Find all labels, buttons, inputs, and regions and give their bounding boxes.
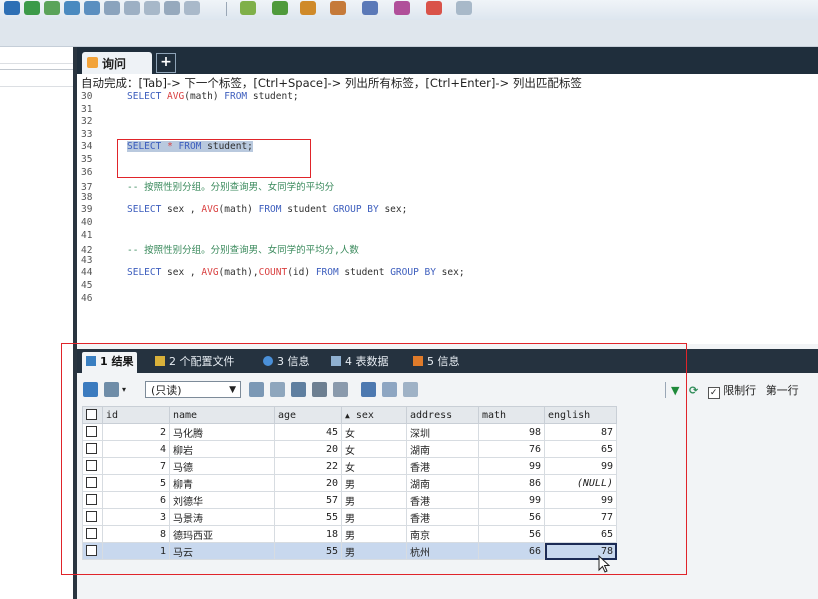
notify-icon[interactable]: [394, 1, 410, 15]
code-token: -- 按照性别分组。分别查询男、女同学的平均分,人数: [127, 245, 359, 257]
code-line: 30 SELECT AVG(math) FROM student;: [81, 91, 299, 103]
code-token: sex;: [435, 267, 465, 279]
query-tab-label: 询问: [102, 57, 127, 71]
code-token: student: [281, 204, 333, 216]
code-token: FROM: [258, 204, 282, 216]
highlight-box-results: [61, 343, 687, 575]
code-line: 37 -- 按照性别分组。分别查询男、女同学的平均分: [81, 179, 335, 194]
limit-rows-checkbox[interactable]: ✓: [707, 387, 720, 399]
line-number: 46: [81, 292, 93, 304]
stop-icon[interactable]: [64, 1, 80, 15]
line-number: 41: [81, 229, 93, 241]
line-number: 30: [81, 91, 93, 102]
query-builder-icon[interactable]: [426, 1, 442, 15]
code-line: 31: [81, 104, 127, 116]
refresh-limit-icon[interactable]: ⟳: [689, 384, 698, 397]
code-token: (math): [184, 91, 225, 102]
query-tab-strip: 询问 +: [77, 47, 818, 74]
export-icon[interactable]: [144, 1, 160, 15]
line-number: 44: [81, 267, 93, 279]
object-browser-row[interactable]: [0, 47, 73, 64]
code-token: -- 按照性别分组。分别查询男、女同学的平均分: [127, 182, 335, 194]
sync-icon[interactable]: [300, 1, 316, 15]
refresh-icon[interactable]: [84, 1, 100, 15]
code-line: 44 SELECT sex , AVG(math),COUNT(id) FROM …: [81, 267, 465, 279]
code-line: 45: [81, 280, 127, 292]
limit-rows-area: ▼ ⟳ ✓ 限制行 第一行: [671, 382, 799, 399]
toolbar-separator: [226, 2, 227, 16]
line-number: 38: [81, 191, 93, 203]
users-icon[interactable]: [330, 1, 346, 15]
code-token: sex ,: [161, 267, 202, 279]
code-token: SELECT: [127, 204, 162, 216]
code-token: SELECT: [127, 267, 162, 279]
import-icon[interactable]: [164, 1, 180, 15]
code-line: 46: [81, 293, 127, 305]
restore-icon[interactable]: [272, 1, 288, 15]
code-token: AVG: [201, 204, 219, 216]
sql-icon[interactable]: [4, 1, 20, 15]
code-token: FROM: [315, 267, 339, 279]
code-token: (math): [218, 204, 259, 216]
code-token: student;: [247, 91, 299, 102]
schema-icon[interactable]: [184, 1, 200, 15]
highlight-box-query: [117, 139, 311, 178]
designer-icon[interactable]: [456, 1, 472, 15]
object-browser-row[interactable]: [0, 69, 73, 87]
new-query-tab-button[interactable]: +: [156, 53, 176, 73]
code-token: sex ,: [161, 204, 202, 216]
execute-all-icon[interactable]: [44, 1, 60, 15]
first-row-label: 第一行: [765, 384, 799, 397]
code-token: GROUP BY: [332, 204, 379, 216]
code-token: sex;: [378, 204, 408, 216]
code-line: 41: [81, 230, 127, 242]
schedule-icon[interactable]: [362, 1, 378, 15]
backup-icon[interactable]: [240, 1, 256, 15]
code-token: COUNT: [258, 267, 288, 279]
code-line: 43: [81, 255, 127, 267]
line-number: 31: [81, 103, 93, 115]
sql-editor[interactable]: 自动完成：[Tab]-> 下一个标签，[Ctrl+Space]-> 列出所有标签…: [77, 74, 818, 344]
code-line: 32: [81, 116, 127, 128]
code-token: student: [338, 267, 391, 279]
format-icon[interactable]: [104, 1, 120, 15]
toolbar-strip: [0, 20, 818, 47]
code-token: AVG: [201, 267, 219, 279]
code-token: FROM: [224, 91, 248, 102]
line-number: 39: [81, 204, 93, 216]
mouse-cursor-icon: [598, 555, 610, 573]
code-line: 42 -- 按照性别分组。分别查询男、女同学的平均分,人数: [81, 242, 359, 257]
query-tab[interactable]: 询问: [82, 52, 152, 74]
code-line: 40: [81, 217, 127, 229]
execute-icon[interactable]: [24, 1, 40, 15]
code-token: AVG: [167, 91, 185, 102]
line-number: 32: [81, 116, 93, 128]
line-number: 40: [81, 217, 93, 228]
main-toolbar: [0, 0, 818, 20]
limit-rows-label: 限制行: [723, 384, 757, 397]
code-token: (id): [287, 267, 316, 279]
code-line: 39 SELECT sex , AVG(math) FROM student GR…: [81, 204, 407, 216]
autocomplete-hint: 自动完成：[Tab]-> 下一个标签，[Ctrl+Space]-> 列出所有标签…: [81, 76, 582, 90]
line-number: 43: [81, 254, 93, 266]
code-token: GROUP BY: [390, 267, 436, 279]
code-token: SELECT: [127, 91, 168, 102]
table-icon[interactable]: [124, 1, 140, 15]
code-line: 38: [81, 192, 127, 204]
query-icon: [87, 57, 98, 68]
code-token: (math),: [218, 267, 259, 279]
line-number: 45: [81, 280, 93, 291]
